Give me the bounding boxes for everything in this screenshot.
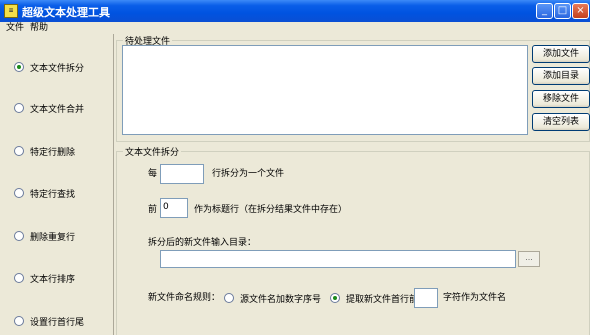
radio-sort-lines[interactable]: 文本行排序 (14, 271, 75, 285)
remove-file-button[interactable]: 移除文件 (532, 90, 590, 108)
minimize-button[interactable]: _ (536, 3, 553, 19)
radio-label: 特定行删除 (30, 147, 76, 158)
add-directory-button[interactable]: 添加目录 (532, 67, 590, 85)
close-button[interactable]: × (572, 3, 589, 19)
radio-label: 文本行排序 (30, 274, 76, 285)
radio-indicator[interactable] (14, 273, 24, 283)
naming-rule-label: 新文件命名规则： (148, 293, 221, 303)
radio-indicator[interactable] (14, 231, 24, 241)
header-lines-input[interactable]: 0 (160, 198, 188, 218)
app-icon: ≡ (4, 4, 18, 18)
file-list[interactable] (122, 45, 528, 135)
menu-help[interactable]: 帮助 (30, 22, 48, 34)
radio-indicator[interactable] (330, 293, 340, 303)
split-group-legend: 文本文件拆分 (123, 145, 182, 158)
radio-label: 文本文件合并 (30, 104, 85, 115)
radio-indicator[interactable] (224, 293, 234, 303)
per-lines-prefix: 每 (148, 169, 158, 179)
maximize-button[interactable]: □ (554, 3, 571, 19)
add-file-button[interactable]: 添加文件 (532, 45, 590, 63)
radio-indicator[interactable] (14, 146, 24, 156)
radio-label: 源文件名加数字序号 (240, 294, 322, 305)
menu-file[interactable]: 文件 (6, 22, 24, 34)
radio-delete-lines[interactable]: 特定行删除 (14, 144, 75, 158)
title-bar: ≡ 超级文本处理工具 _ □ × (0, 0, 590, 22)
clear-list-button[interactable]: 清空列表 (532, 113, 590, 131)
header-lines-prefix: 前 (148, 205, 158, 215)
radio-indicator[interactable] (14, 188, 24, 198)
radio-label: 特定行查找 (30, 189, 76, 200)
radio-indicator[interactable] (14, 316, 24, 326)
radio-indicator[interactable] (14, 62, 24, 72)
radio-text-split[interactable]: 文本文件拆分 (14, 60, 84, 74)
window-title: 超级文本处理工具 (22, 6, 110, 19)
per-lines-suffix: 行拆分为一个文件 (212, 169, 285, 179)
radio-dedupe-lines[interactable]: 删除重复行 (14, 229, 75, 243)
radio-label: 文本文件拆分 (30, 63, 85, 74)
radio-text-merge[interactable]: 文本文件合并 (14, 101, 84, 115)
radio-label: 设置行首行尾 (30, 317, 85, 328)
radio-indicator[interactable] (14, 103, 24, 113)
radio-line-prefix-suffix[interactable]: 设置行首行尾 (14, 314, 84, 328)
output-dir-label: 拆分后的新文件输入目录： (148, 238, 257, 248)
naming-option-sequence[interactable]: 源文件名加数字序号 (224, 291, 321, 305)
browse-button[interactable]: ... (518, 251, 540, 267)
output-dir-input[interactable] (160, 250, 516, 268)
naming-option-first-line[interactable]: 提取新文件首行前 (330, 291, 418, 305)
radio-label: 删除重复行 (30, 232, 76, 243)
radio-label: 提取新文件首行前 (346, 294, 419, 305)
menu-bar: 文件 帮助 (0, 22, 590, 34)
header-lines-suffix: 作为标题行（在拆分结果文件中存在） (194, 205, 348, 215)
radio-find-lines[interactable]: 特定行查找 (14, 186, 75, 200)
function-selector-panel: 文本文件拆分 文本文件合并 特定行删除 特定行查找 删除重复行 文本行排序 设置… (0, 34, 114, 335)
lines-per-file-input[interactable] (160, 164, 204, 184)
naming-chars-suffix: 字符作为文件名 (443, 293, 507, 303)
naming-chars-input[interactable] (414, 288, 438, 308)
